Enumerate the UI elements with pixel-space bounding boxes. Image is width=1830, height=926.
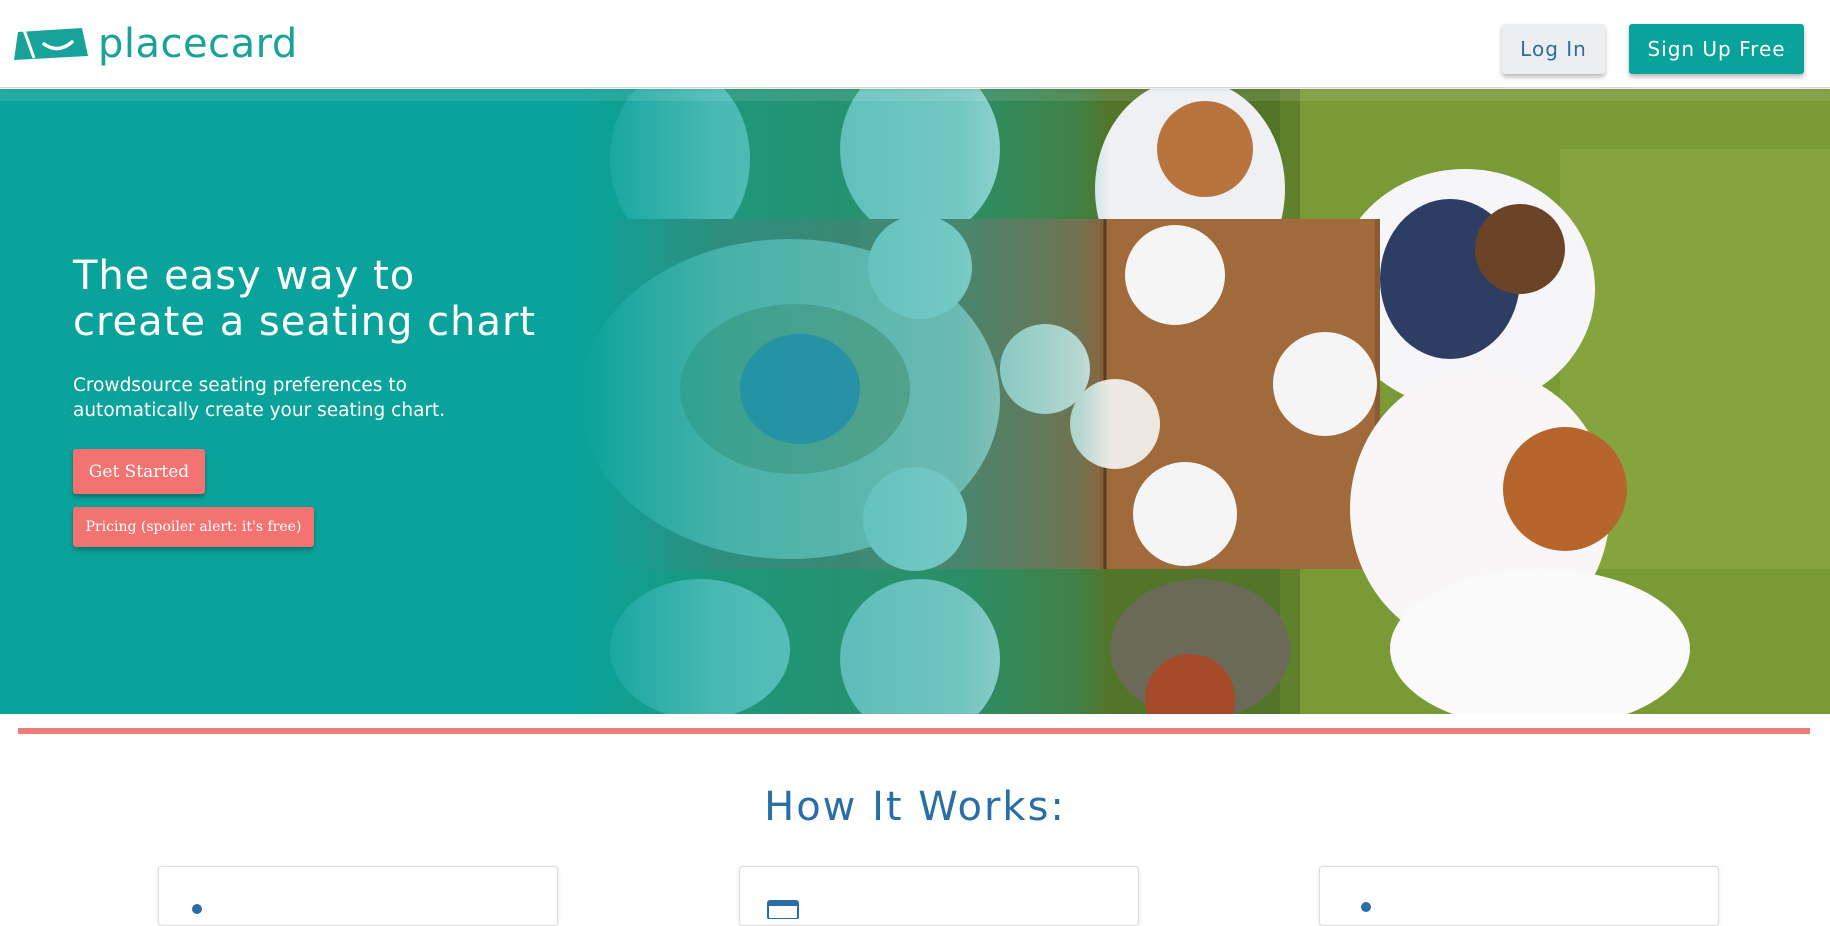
browser-window-icon [767, 900, 799, 919]
placecard-logo[interactable]: placecard [14, 20, 298, 68]
hero-top-band [0, 89, 1830, 101]
section-divider [18, 728, 1810, 734]
top-navbar: placecard Log In Sign Up Free [0, 0, 1830, 88]
hero-section: The easy way to create a seating chart C… [0, 89, 1830, 714]
how-it-works-card-3 [1319, 866, 1719, 926]
hero-title: The easy way to create a seating chart [73, 253, 537, 345]
person-pin-icon [1361, 902, 1371, 912]
hero-subtitle: Crowdsource seating preferences to autom… [73, 375, 446, 421]
signup-button[interactable]: Sign Up Free [1629, 24, 1804, 74]
how-it-works-title: How It Works: [764, 784, 1066, 830]
logo-wordmark: placecard [98, 21, 298, 67]
how-it-works-card-1 [158, 866, 558, 926]
login-button[interactable]: Log In [1502, 24, 1605, 74]
how-it-works-card-2 [739, 866, 1139, 926]
person-icon [192, 904, 202, 914]
pricing-button[interactable]: Pricing (spoiler alert: it's free) [73, 507, 314, 547]
get-started-button[interactable]: Get Started [73, 449, 205, 494]
placecard-logo-icon [14, 28, 88, 60]
